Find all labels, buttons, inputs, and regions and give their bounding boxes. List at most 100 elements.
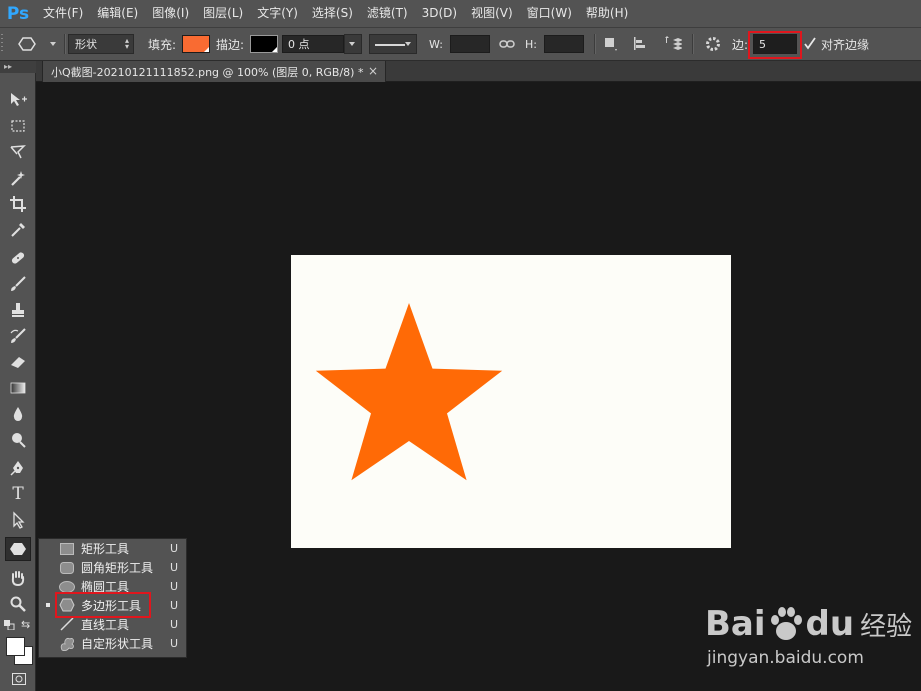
brush-icon (11, 276, 26, 291)
document-tab[interactable]: 小Q截图-20210121111852.png @ 100% (图层 0, RG… (42, 61, 386, 82)
document-canvas[interactable] (291, 255, 731, 548)
align-edges-label[interactable]: 对齐边缘 (821, 36, 869, 53)
rectangle-icon (59, 542, 75, 556)
divider (594, 34, 596, 54)
mode-select[interactable]: 形状 ▴ ▾ (68, 34, 134, 54)
magic-wand-tool[interactable] (5, 167, 31, 189)
custom-shape-tool-item[interactable]: 自定形状工具 U (39, 634, 186, 653)
gear-icon[interactable] (704, 35, 722, 53)
brush-tool[interactable] (5, 273, 31, 295)
custom-shape-tool-label: 自定形状工具 (81, 637, 154, 651)
watermark-logo-right: du (805, 604, 855, 644)
quick-mask-icon[interactable] (12, 673, 26, 688)
stroke-width-input[interactable]: 0 点 (282, 35, 344, 53)
chevron-down-icon (349, 42, 355, 46)
blur-tool[interactable] (5, 403, 31, 425)
dodge-icon (12, 433, 26, 448)
menu-select[interactable]: 选择(S) (305, 0, 360, 27)
width-label: W: (429, 37, 443, 51)
star-shape[interactable] (314, 299, 504, 484)
polygon-tool[interactable] (5, 537, 31, 561)
default-colors-icon[interactable] (4, 619, 16, 633)
menu-bar: Ps 文件(F) 编辑(E) 图像(I) 图层(L) 文字(Y) 选择(S) 滤… (0, 0, 921, 27)
sides-label: 边: (732, 37, 749, 52)
path-arrangement-icon[interactable] (662, 35, 682, 53)
eyedropper-tool[interactable] (5, 219, 31, 241)
color-swatches[interactable] (6, 635, 33, 665)
eraser-tool[interactable] (5, 351, 31, 373)
stroke-color-swatch[interactable] (250, 35, 278, 53)
tools-panel: ▸▸ T ⇆ (0, 61, 36, 691)
stroke-type-select[interactable] (369, 34, 417, 54)
crop-tool[interactable] (5, 193, 31, 215)
zoom-tool[interactable] (5, 593, 31, 615)
path-selection-tool[interactable] (5, 509, 31, 531)
menu-filter[interactable]: 滤镜(T) (360, 0, 415, 27)
move-icon (11, 93, 27, 106)
chevron-down-icon (50, 42, 56, 46)
menu-help[interactable]: 帮助(H) (579, 0, 635, 27)
chevron-down-icon (405, 42, 411, 46)
star-polygon (315, 303, 503, 481)
selected-bullet-icon (46, 603, 50, 607)
hand-tool[interactable] (5, 567, 31, 589)
link-icon[interactable] (499, 38, 515, 50)
tool-preset-picker[interactable] (18, 28, 60, 60)
height-label: H: (525, 37, 537, 51)
menu-type[interactable]: 文字(Y) (250, 0, 305, 27)
checkbox-checked-icon[interactable] (803, 37, 817, 51)
healing-brush-tool[interactable] (5, 247, 31, 269)
document-tab-bar: 小Q截图-20210121111852.png @ 100% (图层 0, RG… (0, 61, 921, 82)
watermark-cn: 经验 (860, 611, 913, 642)
document-tab-title: 小Q截图-20210121111852.png @ 100% (图层 0, RG… (51, 65, 364, 79)
gradient-tool[interactable] (5, 377, 31, 399)
move-tool[interactable] (5, 89, 31, 111)
clone-stamp-tool[interactable] (5, 299, 31, 321)
stroke-label: 描边: (216, 37, 245, 52)
shortcut-key: U (170, 618, 179, 631)
gradient-icon (10, 382, 26, 394)
shortcut-key: U (170, 580, 179, 593)
menu-window[interactable]: 窗口(W) (520, 0, 579, 27)
menu-view[interactable]: 视图(V) (464, 0, 520, 27)
shortcut-key: U (170, 542, 179, 555)
menu-edit[interactable]: 编辑(E) (90, 0, 145, 27)
blur-icon (13, 407, 23, 421)
clone-stamp-icon (12, 303, 24, 317)
menu-3d[interactable]: 3D(D) (415, 0, 464, 27)
marquee-tool[interactable] (5, 115, 31, 137)
type-tool[interactable]: T (5, 483, 31, 505)
history-brush-icon (10, 328, 26, 343)
pen-icon (10, 461, 23, 476)
path-alignment-icon[interactable] (632, 36, 648, 52)
type-icon: T (12, 484, 24, 504)
rounded-rectangle-tool-item[interactable]: 圆角矩形工具 U (39, 558, 186, 577)
polygon-icon (10, 543, 26, 555)
polygon-tool-highlight (55, 592, 151, 618)
width-input[interactable] (450, 35, 490, 53)
swatch-corner-icon (272, 47, 277, 52)
pen-tool[interactable] (5, 457, 31, 479)
menu-file[interactable]: 文件(F) (36, 0, 90, 27)
fill-color-swatch[interactable] (182, 35, 210, 53)
divider (64, 34, 66, 54)
foreground-color-swatch[interactable] (6, 637, 25, 656)
close-icon[interactable]: × (368, 64, 378, 78)
height-input[interactable] (544, 35, 584, 53)
healing-brush-icon (11, 252, 25, 264)
rectangle-tool-item[interactable]: 矩形工具 U (39, 539, 186, 558)
menu-image[interactable]: 图像(I) (145, 0, 196, 27)
custom-shape-icon (59, 636, 75, 651)
menu-layer[interactable]: 图层(L) (196, 0, 250, 27)
stroke-width-dropdown[interactable] (344, 34, 362, 54)
dodge-tool[interactable] (5, 429, 31, 451)
collapse-icon[interactable]: ▸▸ (0, 61, 36, 73)
fill-label: 填充: (148, 37, 177, 52)
shortcut-key: U (170, 561, 179, 574)
path-operations-icon[interactable] (603, 36, 619, 52)
lasso-tool[interactable] (5, 141, 31, 163)
history-brush-tool[interactable] (5, 325, 31, 347)
sides-highlight (748, 31, 802, 59)
zoom-icon (10, 596, 26, 612)
swap-colors-icon[interactable]: ⇆ (21, 618, 30, 631)
